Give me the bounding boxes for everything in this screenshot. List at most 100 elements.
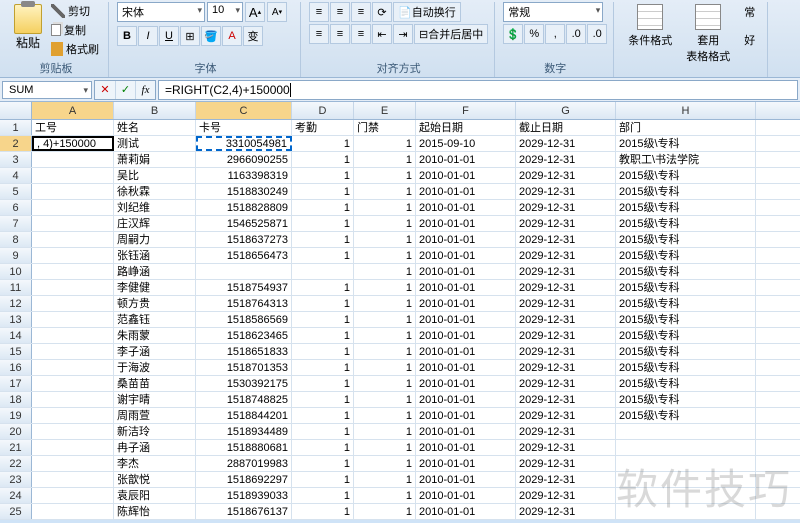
cell-E2[interactable]: 1 <box>354 136 416 151</box>
cell-C22[interactable]: 2887019983 <box>196 456 292 471</box>
cell-F6[interactable]: 2010-01-01 <box>416 200 516 215</box>
cell-A15[interactable] <box>32 344 114 359</box>
row-header-9[interactable]: 9 <box>0 248 32 263</box>
cell-H4[interactable]: 2015级\专科 <box>616 168 756 183</box>
cell-B24[interactable]: 袁辰阳 <box>114 488 196 503</box>
cell-A25[interactable] <box>32 504 114 519</box>
bold-button[interactable]: B <box>117 26 137 46</box>
cell-B15[interactable]: 李子涵 <box>114 344 196 359</box>
cell-G14[interactable]: 2029-12-31 <box>516 328 616 343</box>
row-header-19[interactable]: 19 <box>0 408 32 423</box>
cell-C25[interactable]: 1518676137 <box>196 504 292 519</box>
cell-G23[interactable]: 2029-12-31 <box>516 472 616 487</box>
cell-A14[interactable] <box>32 328 114 343</box>
cell-D14[interactable]: 1 <box>292 328 354 343</box>
cell-H20[interactable] <box>616 424 756 439</box>
cell-F1[interactable]: 起始日期 <box>416 120 516 135</box>
row-header-10[interactable]: 10 <box>0 264 32 279</box>
cell-F18[interactable]: 2010-01-01 <box>416 392 516 407</box>
cell-E25[interactable]: 1 <box>354 504 416 519</box>
cell-C20[interactable]: 1518934489 <box>196 424 292 439</box>
cell-B10[interactable]: 路峥涵 <box>114 264 196 279</box>
cell-D12[interactable]: 1 <box>292 296 354 311</box>
cell-D24[interactable]: 1 <box>292 488 354 503</box>
cell-G9[interactable]: 2029-12-31 <box>516 248 616 263</box>
cell-F8[interactable]: 2010-01-01 <box>416 232 516 247</box>
cell-E13[interactable]: 1 <box>354 312 416 327</box>
row-header-21[interactable]: 21 <box>0 440 32 455</box>
cell-B23[interactable]: 张歆悦 <box>114 472 196 487</box>
cell-G22[interactable]: 2029-12-31 <box>516 456 616 471</box>
cell-H15[interactable]: 2015级\专科 <box>616 344 756 359</box>
cell-C16[interactable]: 1518701353 <box>196 360 292 375</box>
cell-B5[interactable]: 徐秋霖 <box>114 184 196 199</box>
row-header-23[interactable]: 23 <box>0 472 32 487</box>
cell-E6[interactable]: 1 <box>354 200 416 215</box>
border-button[interactable]: ⊞ <box>180 26 200 46</box>
row-header-25[interactable]: 25 <box>0 504 32 519</box>
cancel-formula-button[interactable]: ✕ <box>95 81 115 99</box>
cell-B7[interactable]: 庄汉辉 <box>114 216 196 231</box>
cell-B6[interactable]: 刘纪维 <box>114 200 196 215</box>
cell-B1[interactable]: 姓名 <box>114 120 196 135</box>
cell-H1[interactable]: 部门 <box>616 120 756 135</box>
fill-color-button[interactable]: 🪣 <box>201 26 221 46</box>
cell-C5[interactable]: 1518830249 <box>196 184 292 199</box>
cell-B25[interactable]: 陈辉怡 <box>114 504 196 519</box>
col-header-B[interactable]: B <box>114 102 196 119</box>
italic-button[interactable]: I <box>138 26 158 46</box>
cell-D7[interactable]: 1 <box>292 216 354 231</box>
row-header-20[interactable]: 20 <box>0 424 32 439</box>
cell-F24[interactable]: 2010-01-01 <box>416 488 516 503</box>
align-center-button[interactable]: ≡ <box>330 24 350 44</box>
cell-E18[interactable]: 1 <box>354 392 416 407</box>
cell-B4[interactable]: 吴比 <box>114 168 196 183</box>
accounting-button[interactable]: 💲 <box>503 24 523 44</box>
cell-B3[interactable]: 萧莉娟 <box>114 152 196 167</box>
cell-H19[interactable]: 2015级\专科 <box>616 408 756 423</box>
cell-G24[interactable]: 2029-12-31 <box>516 488 616 503</box>
align-right-button[interactable]: ≡ <box>351 24 371 44</box>
align-left-button[interactable]: ≡ <box>309 24 329 44</box>
cell-F16[interactable]: 2010-01-01 <box>416 360 516 375</box>
row-header-8[interactable]: 8 <box>0 232 32 247</box>
conditional-format-button[interactable]: 条件格式 <box>622 2 678 50</box>
cell-G2[interactable]: 2029-12-31 <box>516 136 616 151</box>
cell-E19[interactable]: 1 <box>354 408 416 423</box>
cell-C21[interactable]: 1518880681 <box>196 440 292 455</box>
align-top-button[interactable]: ≡ <box>309 2 329 22</box>
cell-C9[interactable]: 1518656473 <box>196 248 292 263</box>
cell-H10[interactable]: 2015级\专科 <box>616 264 756 279</box>
cell-A22[interactable] <box>32 456 114 471</box>
row-header-2[interactable]: 2 <box>0 136 32 151</box>
cell-A18[interactable] <box>32 392 114 407</box>
cell-D22[interactable]: 1 <box>292 456 354 471</box>
cell-C19[interactable]: 1518844201 <box>196 408 292 423</box>
row-header-22[interactable]: 22 <box>0 456 32 471</box>
cell-C1[interactable]: 卡号 <box>196 120 292 135</box>
cell-G16[interactable]: 2029-12-31 <box>516 360 616 375</box>
cell-D13[interactable]: 1 <box>292 312 354 327</box>
cell-A9[interactable] <box>32 248 114 263</box>
cell-F14[interactable]: 2010-01-01 <box>416 328 516 343</box>
cell-G1[interactable]: 截止日期 <box>516 120 616 135</box>
cell-B9[interactable]: 张钰涵 <box>114 248 196 263</box>
cell-F4[interactable]: 2010-01-01 <box>416 168 516 183</box>
cell-C4[interactable]: 1163398319 <box>196 168 292 183</box>
cell-D15[interactable]: 1 <box>292 344 354 359</box>
cell-H17[interactable]: 2015级\专科 <box>616 376 756 391</box>
cell-E21[interactable]: 1 <box>354 440 416 455</box>
row-header-24[interactable]: 24 <box>0 488 32 503</box>
cell-A5[interactable] <box>32 184 114 199</box>
cell-F11[interactable]: 2010-01-01 <box>416 280 516 295</box>
cell-A13[interactable] <box>32 312 114 327</box>
cell-B11[interactable]: 李健健 <box>114 280 196 295</box>
cell-B19[interactable]: 周雨萱 <box>114 408 196 423</box>
cell-D16[interactable]: 1 <box>292 360 354 375</box>
col-header-H[interactable]: H <box>616 102 756 119</box>
cell-F9[interactable]: 2010-01-01 <box>416 248 516 263</box>
cell-G5[interactable]: 2029-12-31 <box>516 184 616 199</box>
fx-button[interactable]: fx <box>135 81 155 99</box>
cell-F19[interactable]: 2010-01-01 <box>416 408 516 423</box>
cell-A20[interactable] <box>32 424 114 439</box>
